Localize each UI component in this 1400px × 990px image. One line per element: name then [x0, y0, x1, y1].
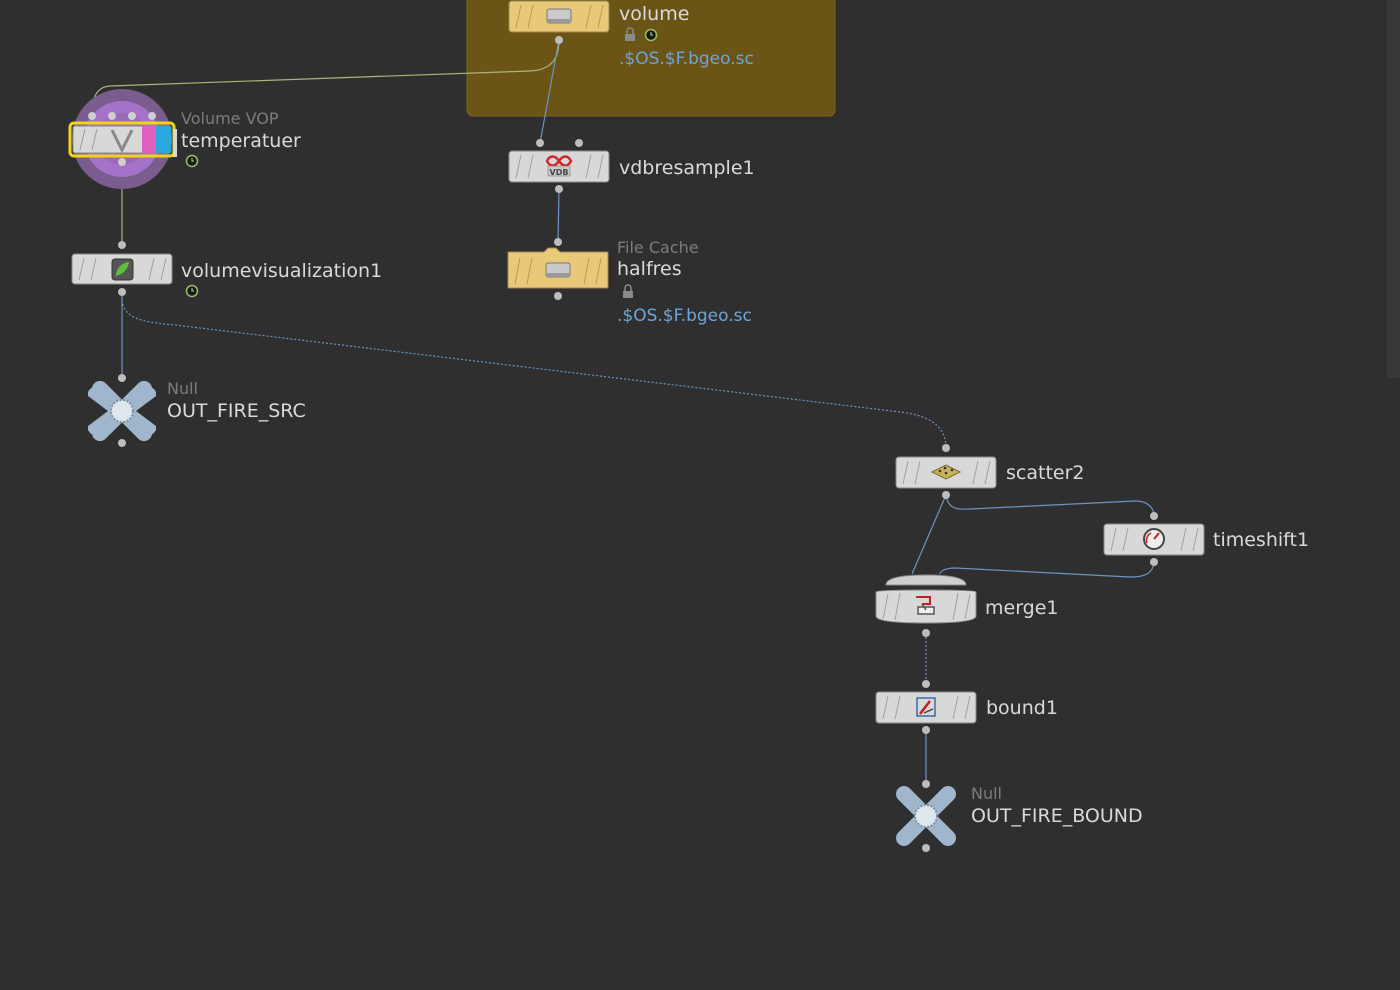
volume-vis-icon [111, 258, 134, 281]
wire-vdbresample-to-halfres [557, 188, 560, 243]
clock-icon [1143, 528, 1165, 550]
time-dependent-icon [185, 154, 199, 168]
null-icon [896, 786, 956, 846]
node-name: volume [619, 3, 689, 25]
wire-scatter2-to-merge1 [911, 494, 947, 575]
null-x-shape [92, 381, 152, 441]
node-name: OUT_FIRE_SRC [167, 400, 306, 422]
node-name: vdbresample1 [619, 157, 755, 179]
node-type-label: Null [167, 379, 198, 398]
node-temperatuer[interactable]: Volume VOP temperatuer [68, 89, 301, 189]
node-scatter2[interactable]: scatter2 [895, 444, 1084, 499]
node-name: scatter2 [1006, 462, 1084, 484]
node-network-canvas[interactable]: volume .$OS.$F.bgeo.sc Volume VOP temper… [0, 0, 1400, 990]
node-bound1[interactable]: bound1 [875, 680, 1058, 734]
lock-icon [623, 284, 633, 298]
node-type-label: File Cache [617, 238, 699, 257]
node-vdbresample1[interactable]: VDB vdbresample1 [508, 139, 755, 193]
node-halfres[interactable]: File Cache halfres .$OS.$F.bgeo.sc [507, 238, 752, 326]
node-type-label: Null [971, 784, 1002, 803]
node-name: OUT_FIRE_BOUND [971, 805, 1143, 827]
disk-icon [545, 262, 571, 278]
vertical-scrollbar[interactable] [1385, 0, 1400, 378]
time-dependent-icon [644, 28, 658, 42]
node-out-fire-bound[interactable]: Null OUT_FIRE_BOUND [896, 780, 1143, 852]
node-name: temperatuer [181, 130, 301, 152]
node-merge1[interactable]: merge1 [875, 574, 1059, 637]
node-name: merge1 [985, 597, 1059, 619]
node-file-path[interactable]: .$OS.$F.bgeo.sc [617, 306, 752, 326]
node-name: volumevisualization1 [181, 260, 382, 282]
node-name: bound1 [986, 697, 1058, 719]
node-file-path[interactable]: .$OS.$F.bgeo.sc [619, 49, 754, 69]
node-timeshift1[interactable]: timeshift1 [1103, 512, 1309, 566]
node-name: timeshift1 [1213, 529, 1309, 551]
node-name: halfres [617, 258, 682, 280]
wire-timeshift1-to-merge1 [939, 561, 1155, 578]
wire-scatter2-to-timeshift1 [945, 494, 1155, 517]
svg-text:VDB: VDB [550, 168, 569, 177]
node-volumevisualization1[interactable]: volumevisualization1 [71, 241, 382, 298]
node-type-label: Volume VOP [181, 109, 279, 128]
wire-volumevis-to-scatter2 [121, 299, 947, 449]
time-dependent-icon [185, 284, 199, 298]
disk-icon [546, 8, 572, 24]
